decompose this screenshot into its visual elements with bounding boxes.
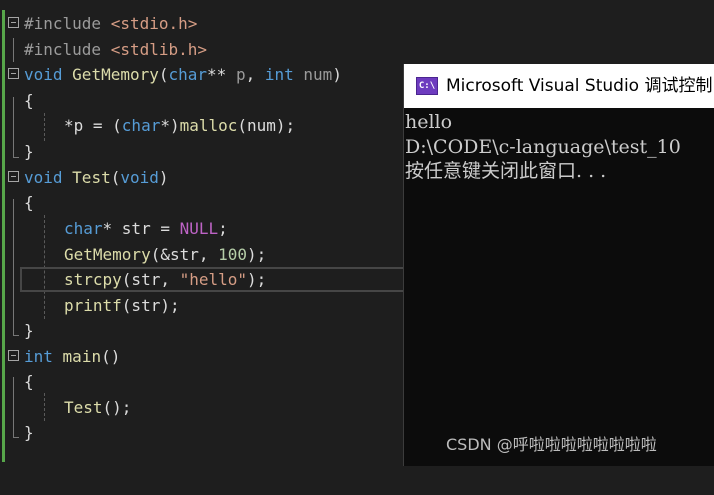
console-app-icon: C:\ (416, 77, 438, 95)
brace: { (24, 91, 34, 110)
code-line[interactable]: { (0, 88, 400, 113)
code-line[interactable]: } (0, 318, 400, 343)
function-name: Test (72, 168, 111, 187)
fold-collapse-icon[interactable] (8, 17, 19, 28)
console-output-line: hello (405, 111, 453, 133)
keyword: char (121, 116, 161, 135)
code-text: ); (247, 270, 267, 289)
code-line[interactable]: Test(); (0, 395, 400, 420)
code-text: ); (247, 245, 267, 264)
console-output-line: 按任意键关闭此窗口. . . (405, 160, 607, 182)
keyword: void (120, 168, 159, 187)
string-literal: "hello" (179, 270, 248, 289)
punctuation: ( (158, 65, 169, 84)
function-name: main (62, 347, 102, 366)
keyword: char (168, 65, 208, 84)
console-output[interactable]: hello D:\CODE\c-language\test_10 按任意键关闭此… (404, 108, 714, 466)
code-line-current[interactable]: strcpy(str, "hello"); (0, 267, 400, 292)
include-path: <stdio.h> (110, 14, 198, 33)
code-line[interactable]: void Test(void) (0, 165, 400, 190)
fold-collapse-icon[interactable] (8, 68, 19, 79)
brace: { (24, 193, 34, 212)
function-name: GetMemory (72, 65, 159, 84)
brace: } (24, 142, 34, 161)
function-name: printf (64, 296, 122, 315)
include-path: <stdlib.h> (110, 40, 208, 59)
code-line[interactable]: int main() (0, 344, 400, 369)
keyword: char (64, 219, 103, 238)
number-literal: 100 (218, 245, 248, 264)
fold-collapse-icon[interactable] (8, 350, 19, 361)
punctuation: ) (332, 65, 342, 84)
console-output-line: D:\CODE\c-language\test_10 (405, 136, 681, 158)
keyword: int (24, 347, 53, 366)
brace: } (24, 321, 34, 340)
brace: } (24, 423, 34, 442)
punctuation: ** (207, 65, 236, 84)
code-text: *p = ( (64, 116, 122, 135)
keyword: void (24, 168, 63, 187)
function-name: malloc (179, 116, 238, 135)
function-name: GetMemory (64, 245, 151, 264)
code-line[interactable]: GetMemory(&str, 100); (0, 242, 400, 267)
parameter-name: p (235, 65, 246, 84)
code-text: (); (102, 398, 132, 417)
code-text: ; (218, 219, 228, 238)
code-line[interactable]: { (0, 369, 400, 394)
code-text: (str, (121, 270, 180, 289)
preprocessor-directive: #include (24, 14, 111, 33)
parameter-name: num (303, 65, 333, 84)
function-name: strcpy (64, 270, 122, 289)
brace: { (24, 372, 34, 391)
code-text: * str = (102, 219, 180, 238)
code-line[interactable]: #include <stdlib.h> (0, 37, 400, 62)
code-line[interactable]: { (0, 190, 400, 215)
punctuation: ) (158, 168, 169, 187)
console-titlebar[interactable]: C:\ Microsoft Visual Studio 调试控制 (404, 64, 714, 108)
code-line[interactable]: void GetMemory(char** p, int num) (0, 62, 400, 87)
fold-collapse-icon[interactable] (8, 171, 19, 182)
punctuation: , (245, 65, 265, 84)
code-text: (num); (237, 116, 296, 135)
code-line[interactable]: char* str = NULL; (0, 216, 400, 241)
keyword: int (264, 65, 294, 84)
code-line[interactable]: } (0, 420, 400, 445)
punctuation: ( (110, 168, 121, 187)
macro: NULL (179, 219, 219, 238)
preprocessor-directive: #include (24, 40, 111, 59)
keyword: void (24, 65, 63, 84)
code-text: (str); (121, 296, 180, 315)
csdn-watermark: CSDN @呼啦啦啦啦啦啦啦啦 (446, 435, 657, 454)
code-line[interactable]: } (0, 139, 400, 164)
punctuation: () (101, 347, 121, 366)
code-text: *) (160, 116, 180, 135)
code-line[interactable]: printf(str); (0, 293, 400, 318)
code-text: (&str, (150, 245, 219, 264)
console-title: Microsoft Visual Studio 调试控制 (446, 76, 713, 96)
code-line[interactable]: *p = (char*)malloc(num); (0, 113, 400, 138)
code-line[interactable]: #include <stdio.h> (0, 11, 400, 36)
function-name: Test (64, 398, 103, 417)
debug-console-window[interactable]: C:\ Microsoft Visual Studio 调试控制 hello D… (403, 64, 714, 466)
